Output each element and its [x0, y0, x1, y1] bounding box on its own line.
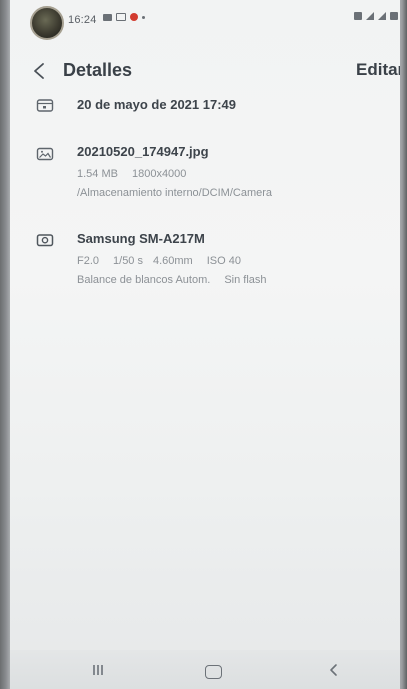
home-icon[interactable] [205, 665, 222, 679]
file-meta: 1.54 MB 1800x4000 [77, 168, 186, 180]
status-bar: 16:24 [10, 0, 400, 40]
flash-value: Sin flash [224, 274, 267, 286]
navigation-bar [10, 650, 400, 689]
signal-icon [378, 12, 386, 20]
capture-settings: Balance de blancos Autom. Sin flash [77, 274, 267, 286]
back-arrow-icon[interactable] [32, 62, 46, 80]
iso-value: ISO 40 [206, 255, 241, 267]
camera-model: Samsung SM-A217M [77, 231, 205, 246]
camera-icon [36, 234, 54, 247]
message-icon [103, 13, 112, 21]
exposure-settings: F2.0 1/50 s 4.60mm ISO 40 [77, 255, 241, 267]
record-icon [130, 13, 138, 21]
aperture-value: F2.0 [77, 255, 100, 267]
status-time: 16:24 [68, 14, 97, 26]
system-icons [354, 12, 398, 20]
calendar-icon [36, 99, 54, 112]
phone-screen: 16:24 Detalles Editar 20 de mayo de 2021… [10, 0, 400, 689]
wifi-icon [366, 12, 374, 20]
camera-row: Samsung SM-A217M F2.0 1/50 s 4.60mm ISO 40 … [10, 230, 400, 300]
page-title: Detalles [63, 60, 133, 80]
recent-apps-icon[interactable] [92, 664, 104, 676]
focal-length-value: 4.60mm [152, 255, 193, 267]
edit-button[interactable]: Editar [356, 60, 400, 80]
gallery-icon [116, 13, 126, 21]
shutter-value: 1/50 s [113, 255, 143, 267]
nav-back-icon[interactable] [328, 662, 338, 678]
dot-icon [142, 15, 145, 19]
date-row: 20 de mayo de 2021 17:49 [10, 94, 400, 118]
file-name: 20210520_174947.jpg [77, 144, 209, 159]
file-path: /Almacenamiento interno/DCIM/Camera [77, 187, 273, 199]
alarm-icon [354, 12, 362, 20]
image-icon [36, 147, 54, 161]
white-balance-value: Balance de blancos Autom. [77, 274, 211, 286]
file-row: 20210520_174947.jpg 1.54 MB 1800x4000 /Al… [10, 144, 400, 214]
front-camera-lens [30, 6, 64, 40]
app-header: Detalles Editar [10, 56, 400, 86]
battery-icon [390, 12, 398, 20]
file-size: 1.54 MB [77, 168, 118, 180]
file-resolution: 1800x4000 [131, 168, 187, 180]
capture-date: 20 de mayo de 2021 17:49 [77, 97, 236, 112]
notification-icons [103, 13, 145, 21]
